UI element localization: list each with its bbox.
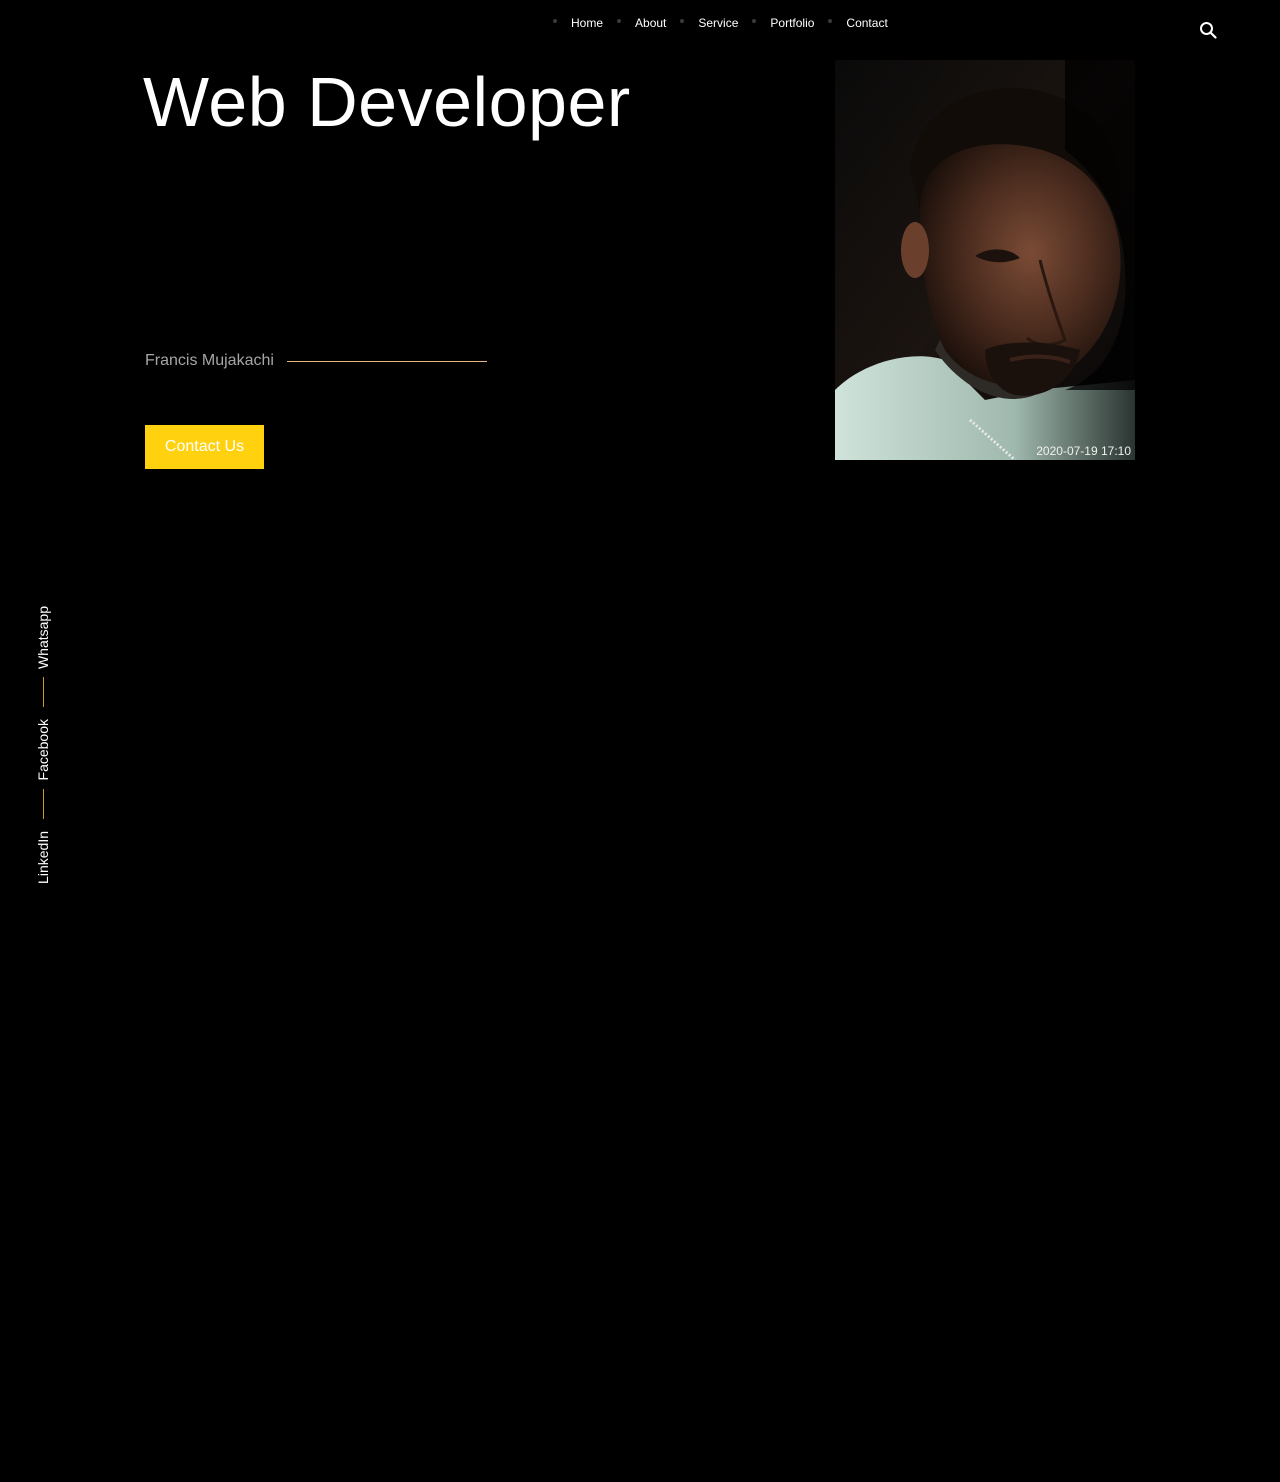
photo-timestamp: 2020-07-19 17:10: [1036, 444, 1131, 458]
nav-item-portfolio[interactable]: Portfolio: [752, 16, 828, 30]
main-nav: Home About Service Portfolio Contact: [553, 12, 902, 34]
social-links: Whatsapp Facebook LinkedIn: [30, 606, 56, 883]
nav-item-label: Contact: [846, 16, 888, 30]
nav-item-about[interactable]: About: [617, 16, 680, 30]
author-name: Francis Mujakachi: [145, 352, 274, 369]
nav-item-home[interactable]: Home: [553, 16, 617, 30]
nav-item-label: Service: [698, 16, 739, 30]
hero-title: Web Developer: [143, 63, 631, 141]
nav-bullet-icon: [553, 19, 557, 23]
social-divider: [42, 788, 44, 819]
nav-item-contact[interactable]: Contact: [828, 16, 901, 30]
nav-item-label: About: [635, 16, 667, 30]
portrait-illustration: [835, 60, 1135, 460]
nav-item-service[interactable]: Service: [680, 16, 752, 30]
search-icon[interactable]: [1199, 21, 1217, 39]
contact-us-button[interactable]: Contact Us: [145, 425, 264, 469]
author-divider: [286, 360, 487, 362]
author-row: Francis Mujakachi: [145, 352, 487, 370]
social-link-whatsapp[interactable]: Whatsapp: [35, 606, 51, 669]
nav-item-label: Portfolio: [770, 16, 815, 30]
social-link-facebook[interactable]: Facebook: [35, 719, 51, 780]
nav-bullet-icon: [617, 19, 622, 23]
profile-photo: 2020-07-19 17:10: [835, 60, 1135, 460]
nav-bullet-icon: [752, 19, 757, 23]
nav-item-label: Home: [571, 16, 604, 30]
social-divider: [42, 677, 44, 708]
social-link-linkedin[interactable]: LinkedIn: [35, 831, 51, 884]
nav-bullet-icon: [680, 19, 685, 23]
nav-bullet-icon: [828, 19, 833, 23]
